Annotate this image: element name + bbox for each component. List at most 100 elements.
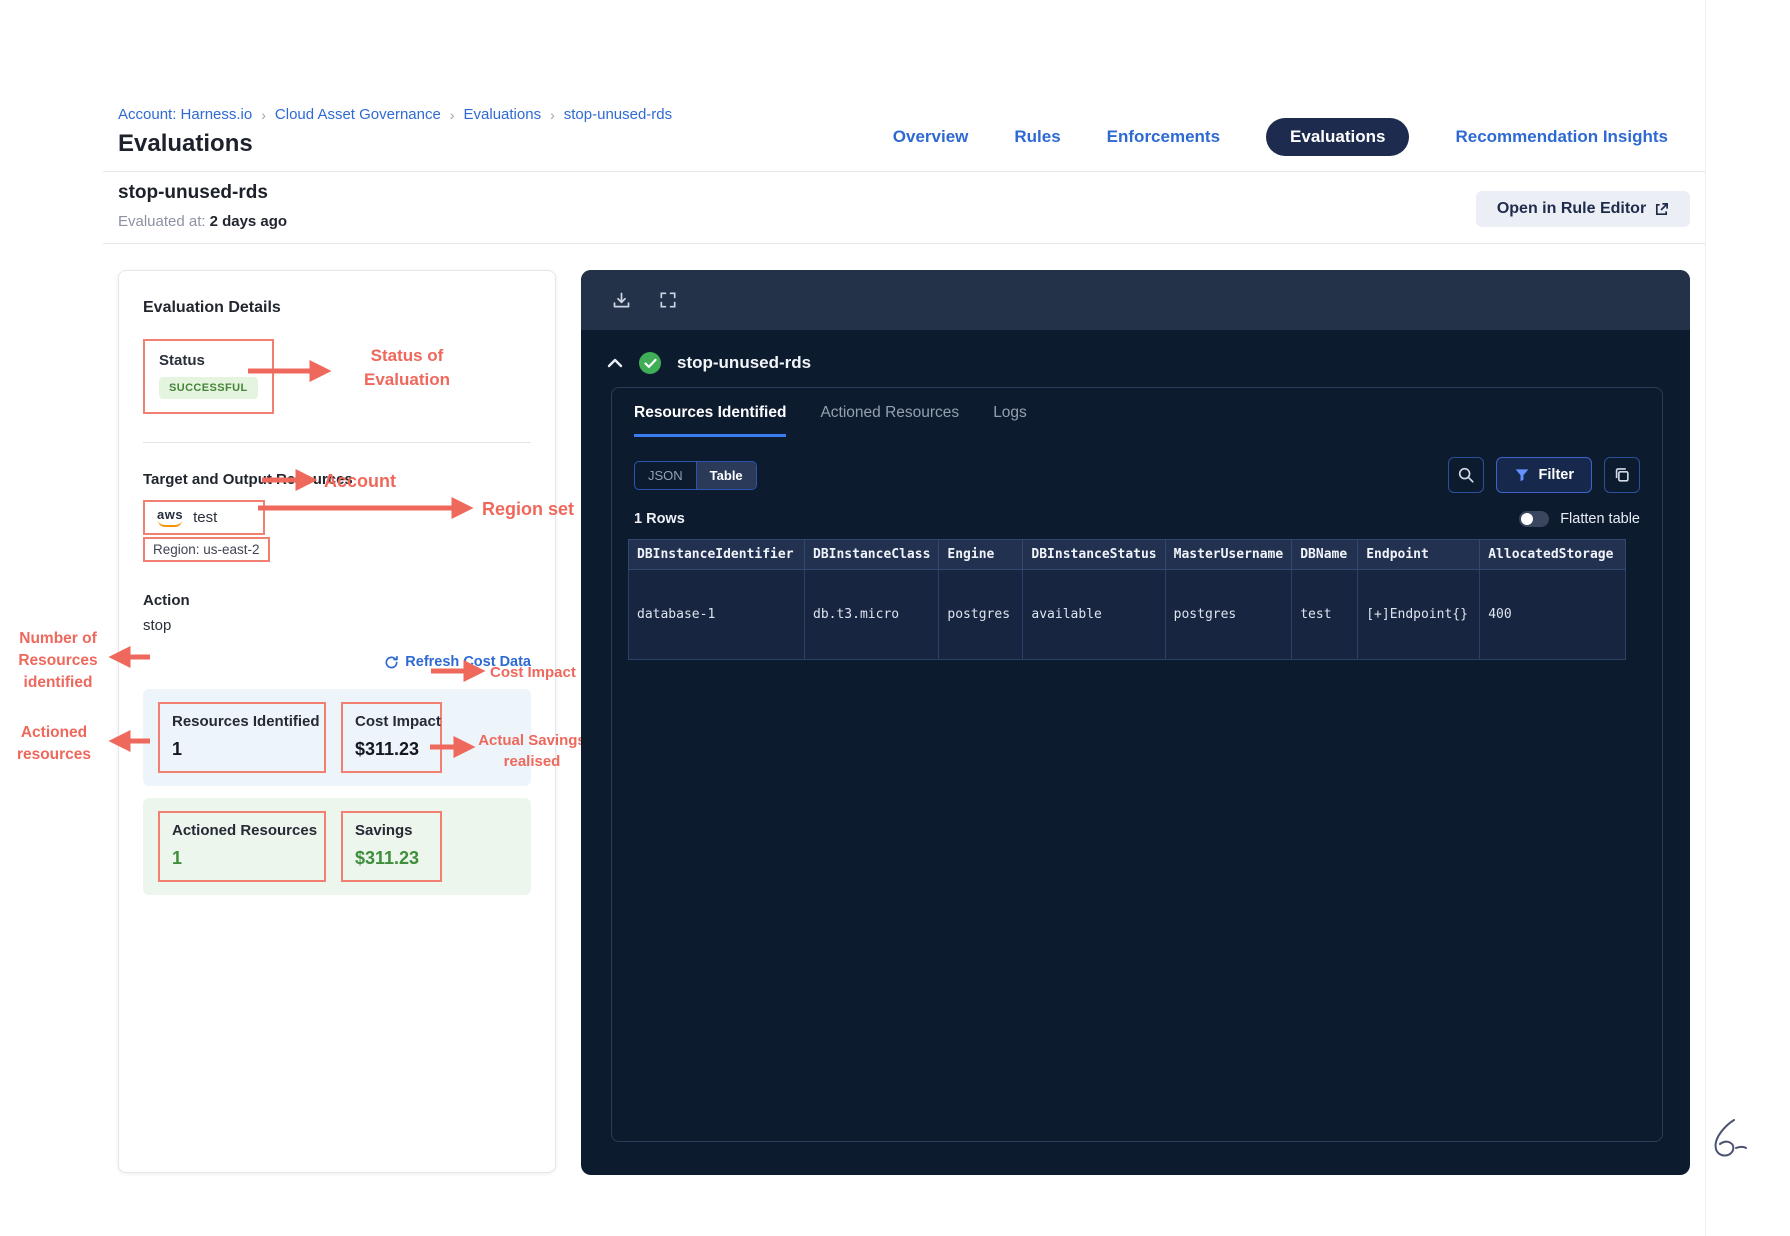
rows-line: 1 Rows Flatten table: [612, 493, 1662, 527]
filter-button[interactable]: Filter: [1495, 457, 1592, 493]
action-label: Action: [143, 592, 190, 609]
annotation-cost-impact: Cost Impact: [490, 664, 576, 681]
download-icon: [613, 292, 630, 307]
tab-logs[interactable]: Logs: [993, 404, 1027, 437]
view-json-button[interactable]: JSON: [635, 462, 696, 489]
search-icon: [1458, 467, 1474, 483]
panel-content: Resources Identified Actioned Resources …: [611, 387, 1663, 1142]
flatten-table-toggle[interactable]: [1519, 511, 1550, 527]
fullscreen-button[interactable]: [658, 290, 678, 310]
column-header[interactable]: MasterUsername: [1164, 539, 1293, 570]
breadcrumb-account[interactable]: Account: Harness.io: [118, 106, 252, 123]
breadcrumb-cloud-asset-governance[interactable]: Cloud Asset Governance: [275, 106, 441, 123]
view-table-button[interactable]: Table: [695, 461, 756, 489]
tab-rules[interactable]: Rules: [1014, 127, 1060, 147]
breadcrumb-stop-unused-rds[interactable]: stop-unused-rds: [564, 106, 672, 123]
subheader-divider: [103, 243, 1706, 244]
breadcrumb-separator: ›: [550, 106, 555, 123]
evaluated-at-label: Evaluated at:: [118, 213, 206, 230]
flatten-table-control: Flatten table: [1519, 511, 1640, 527]
page-title: Evaluations: [118, 130, 253, 157]
search-button[interactable]: [1447, 457, 1484, 493]
actioned-metrics-group: Actioned Resources 1 Savings $311.23: [143, 797, 531, 895]
column-header[interactable]: AllocatedStorage: [1479, 539, 1627, 570]
column-header[interactable]: DBInstanceStatus: [1022, 539, 1166, 570]
panel-toolbar: [581, 270, 1690, 330]
panel-title: stop-unused-rds: [677, 353, 812, 372]
rows-count: 1 Rows: [634, 511, 685, 527]
table-header-row: DBInstanceIdentifier DBInstanceClass Eng…: [628, 539, 1627, 570]
refresh-icon: [385, 655, 399, 668]
download-button[interactable]: [611, 290, 632, 311]
savings-box: Savings $311.23: [341, 810, 442, 882]
cell-engine: postgres: [938, 569, 1024, 660]
flatten-table-label: Flatten table: [1560, 511, 1640, 527]
column-header[interactable]: DBInstanceIdentifier: [628, 539, 805, 570]
fullscreen-icon: [660, 292, 676, 308]
tab-recommendation-insights[interactable]: Recommendation Insights: [1455, 127, 1668, 147]
table-row: database-1 db.t3.micro postgres availabl…: [628, 569, 1627, 660]
success-check-icon: [639, 352, 661, 374]
external-link-icon: [1656, 202, 1669, 215]
resources-identified-box: Resources Identified 1: [158, 701, 326, 773]
header-divider: [103, 171, 1706, 172]
account-name: test: [193, 509, 218, 526]
annotation-account: Account: [324, 471, 396, 491]
status-badge: SUCCESSFUL: [159, 377, 258, 399]
aws-logo-swoosh: [158, 520, 183, 527]
card-divider: [143, 442, 531, 443]
annotation-actioned-resources: Actioned resources: [16, 724, 92, 763]
table-controls: JSON Table Filter: [612, 437, 1662, 493]
copy-icon: [1615, 468, 1629, 482]
cell-endpoint-expandable[interactable]: [+]Endpoint{}: [1357, 569, 1481, 660]
evaluation-details-heading: Evaluation Details: [143, 299, 281, 316]
actioned-resources-label: Actioned Resources: [172, 821, 318, 839]
open-in-rule-editor-label: Open in Rule Editor: [1496, 200, 1647, 217]
filter-label: Filter: [1538, 467, 1574, 483]
column-header[interactable]: DBName: [1291, 539, 1359, 570]
actioned-resources-box: Actioned Resources 1: [158, 810, 326, 882]
tab-evaluations[interactable]: Evaluations: [1266, 118, 1410, 156]
panel-tabs: Resources Identified Actioned Resources …: [612, 388, 1662, 437]
toggle-knob: [1521, 513, 1534, 525]
resources-identified-label: Resources Identified: [172, 712, 320, 730]
breadcrumb-separator: ›: [261, 106, 266, 123]
open-in-rule-editor-button[interactable]: Open in Rule Editor: [1476, 191, 1690, 227]
savings-value: $311.23: [355, 847, 420, 868]
cost-impact-label: Cost Impact: [355, 712, 441, 730]
annotation-region-set: Region set: [482, 499, 575, 519]
annotation-actual-savings: Actual Savings realised: [478, 732, 586, 771]
cell-db-name: test: [1291, 569, 1359, 660]
actioned-resources-value: 1: [172, 847, 183, 868]
chevron-up-icon: [607, 358, 623, 368]
handwritten-squiggle: [1714, 1119, 1747, 1157]
identified-metrics-group: Resources Identified 1 Cost Impact $311.…: [143, 688, 531, 786]
breadcrumb-evaluations[interactable]: Evaluations: [464, 106, 542, 123]
status-highlight-box: Status SUCCESSFUL: [143, 339, 274, 414]
right-edge-divider: [1705, 0, 1706, 1236]
column-header[interactable]: Engine: [938, 539, 1024, 570]
annotation-number-of-resources: Number of Resources identified: [18, 630, 98, 691]
column-header[interactable]: Endpoint: [1357, 539, 1481, 570]
resources-table: DBInstanceIdentifier DBInstanceClass Eng…: [628, 539, 1627, 660]
column-header[interactable]: DBInstanceClass: [803, 539, 940, 570]
status-label: Status: [159, 352, 205, 369]
resources-table-wrap: DBInstanceIdentifier DBInstanceClass Eng…: [612, 527, 1662, 660]
aws-logo-icon: aws: [157, 508, 183, 527]
evaluation-title: stop-unused-rds: [118, 182, 268, 203]
tab-actioned-resources[interactable]: Actioned Resources: [820, 404, 959, 437]
copy-button[interactable]: [1604, 457, 1640, 493]
page: Account: Harness.io › Cloud Asset Govern…: [0, 0, 1790, 1236]
tab-enforcements[interactable]: Enforcements: [1107, 127, 1220, 147]
cell-db-instance-identifier: database-1: [628, 569, 805, 660]
breadcrumb: Account: Harness.io › Cloud Asset Govern…: [118, 106, 672, 123]
collapse-button[interactable]: [607, 357, 623, 369]
tab-overview[interactable]: Overview: [893, 127, 969, 147]
view-mode-toggle: JSON Table: [634, 460, 757, 490]
filter-funnel-icon: [1515, 469, 1528, 482]
top-nav: Overview Rules Enforcements Evaluations …: [893, 118, 1668, 156]
tab-resources-identified[interactable]: Resources Identified: [634, 404, 787, 437]
cell-db-instance-class: db.t3.micro: [803, 569, 940, 660]
savings-label: Savings: [355, 821, 413, 839]
action-value: stop: [143, 617, 172, 634]
